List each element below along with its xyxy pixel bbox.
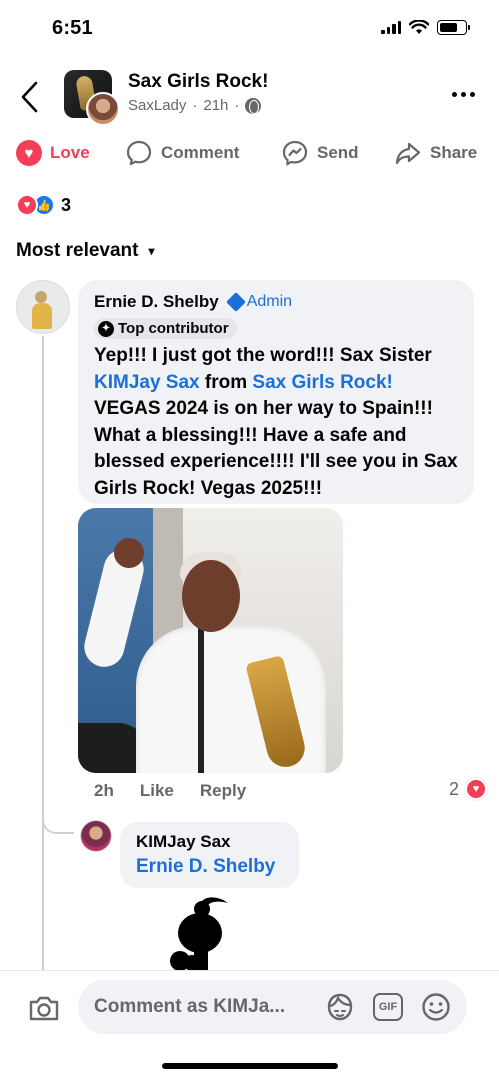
comment-author-row: Ernie D. Shelby Admin (94, 292, 458, 312)
contributor-label: Top contributor (118, 320, 229, 337)
comment-author[interactable]: Ernie D. Shelby (94, 292, 219, 312)
comment-text: Yep!!! I just got the word!!! Sax Sister… (94, 343, 458, 502)
comment-label: Comment (161, 143, 240, 162)
contributor-icon: ✦ (98, 320, 114, 337)
love-label: Love (50, 143, 90, 162)
meta-separator-2: · (234, 97, 240, 114)
gif-icon[interactable]: GIF (373, 993, 403, 1021)
comment-text-part-1: Yep!!! I just got the word!!! Sax Sister (94, 345, 432, 366)
sort-label: Most relevant (16, 240, 139, 261)
cellular-signal-icon (381, 21, 401, 34)
reply-comment-button[interactable]: Reply (200, 781, 246, 801)
love-reaction-icon-small: ♥ (465, 778, 487, 800)
commenter-avatar[interactable] (16, 280, 70, 334)
admin-label: Admin (246, 293, 293, 310)
comment-time: 2h (94, 781, 114, 800)
comment-actions: 2h Like Reply (94, 781, 246, 801)
reply-mention[interactable]: Ernie D. Shelby (136, 856, 283, 878)
meta-separator: · (192, 97, 198, 114)
thread-connector (42, 800, 74, 834)
mention-kimjay[interactable]: KIMJay Sax (94, 372, 200, 393)
avatar-sticker-icon[interactable] (325, 993, 355, 1021)
comment-text-part-3: VEGAS 2024 is on her way to Spain!!! Wha… (94, 398, 458, 499)
reaction-count: 3 (61, 194, 72, 215)
heart-icon: ♥ (16, 140, 42, 166)
group-avatar[interactable] (64, 70, 120, 126)
post-author[interactable]: SaxLady (128, 97, 186, 114)
reply-avatar[interactable] (80, 820, 112, 852)
comment-input[interactable]: Comment as KIMJa... GIF (78, 980, 467, 1034)
comment-reaction-count[interactable]: 2 ♥ (449, 778, 487, 800)
group-name[interactable]: Sax Girls Rock! (128, 71, 268, 93)
emoji-icon[interactable] (421, 992, 451, 1022)
thread-line (42, 336, 44, 972)
home-indicator (162, 1063, 338, 1069)
share-arrow-icon (395, 142, 421, 165)
sticker-image[interactable] (168, 895, 234, 971)
status-bar: 6:51 (0, 0, 499, 56)
comment-photo[interactable] (78, 508, 343, 773)
share-button[interactable]: Share (394, 134, 477, 172)
post-time: 21h (203, 97, 229, 114)
comment-reaction-number: 2 (448, 778, 459, 799)
camera-icon[interactable] (28, 995, 60, 1021)
more-options-icon[interactable] (452, 92, 475, 97)
share-label: Share (430, 143, 478, 162)
post-meta: SaxLady · 21h · (128, 97, 262, 114)
battery-icon (437, 20, 470, 35)
status-icons (381, 20, 470, 35)
send-label: Send (317, 143, 359, 162)
reply-author[interactable]: KIMJay Sax (136, 832, 283, 852)
status-time: 6:51 (52, 17, 93, 39)
admin-badge: Admin (225, 292, 293, 312)
back-chevron-icon[interactable] (18, 80, 42, 114)
love-reaction-icon: ♥ (16, 194, 38, 216)
top-contributor-badge[interactable]: ✦ Top contributor (94, 318, 237, 339)
comment-text-part-2: from (199, 371, 253, 393)
comment-bubble-icon (126, 140, 152, 166)
chevron-down-icon: ▾ (148, 244, 155, 258)
mention-group[interactable]: Sax Girls Rock! (252, 372, 392, 393)
messenger-icon (282, 140, 308, 166)
admin-shield-icon (225, 292, 246, 312)
like-comment-button[interactable]: Like (140, 781, 174, 801)
love-button[interactable]: ♥ Love (16, 134, 90, 172)
post-action-bar: ♥ Love Comment Send Share (0, 134, 499, 172)
comment-sort-dropdown[interactable]: Most relevant ▾ (16, 240, 155, 262)
author-avatar (86, 92, 120, 126)
wifi-icon (409, 20, 429, 34)
reaction-summary[interactable]: ♥ 👍 3 (16, 194, 71, 216)
comment-placeholder: Comment as KIMJa... (94, 996, 286, 1017)
send-button[interactable]: Send (281, 134, 359, 172)
globe-icon (245, 97, 262, 114)
comment-button[interactable]: Comment (125, 134, 239, 172)
reply-bubble: KIMJay Sax Ernie D. Shelby (120, 822, 299, 888)
comment-bubble: Ernie D. Shelby Admin ✦ Top contributor … (78, 280, 474, 504)
post-header: Sax Girls Rock! SaxLady · 21h · (0, 62, 499, 132)
comment-composer: Comment as KIMJa... GIF (0, 970, 499, 1080)
